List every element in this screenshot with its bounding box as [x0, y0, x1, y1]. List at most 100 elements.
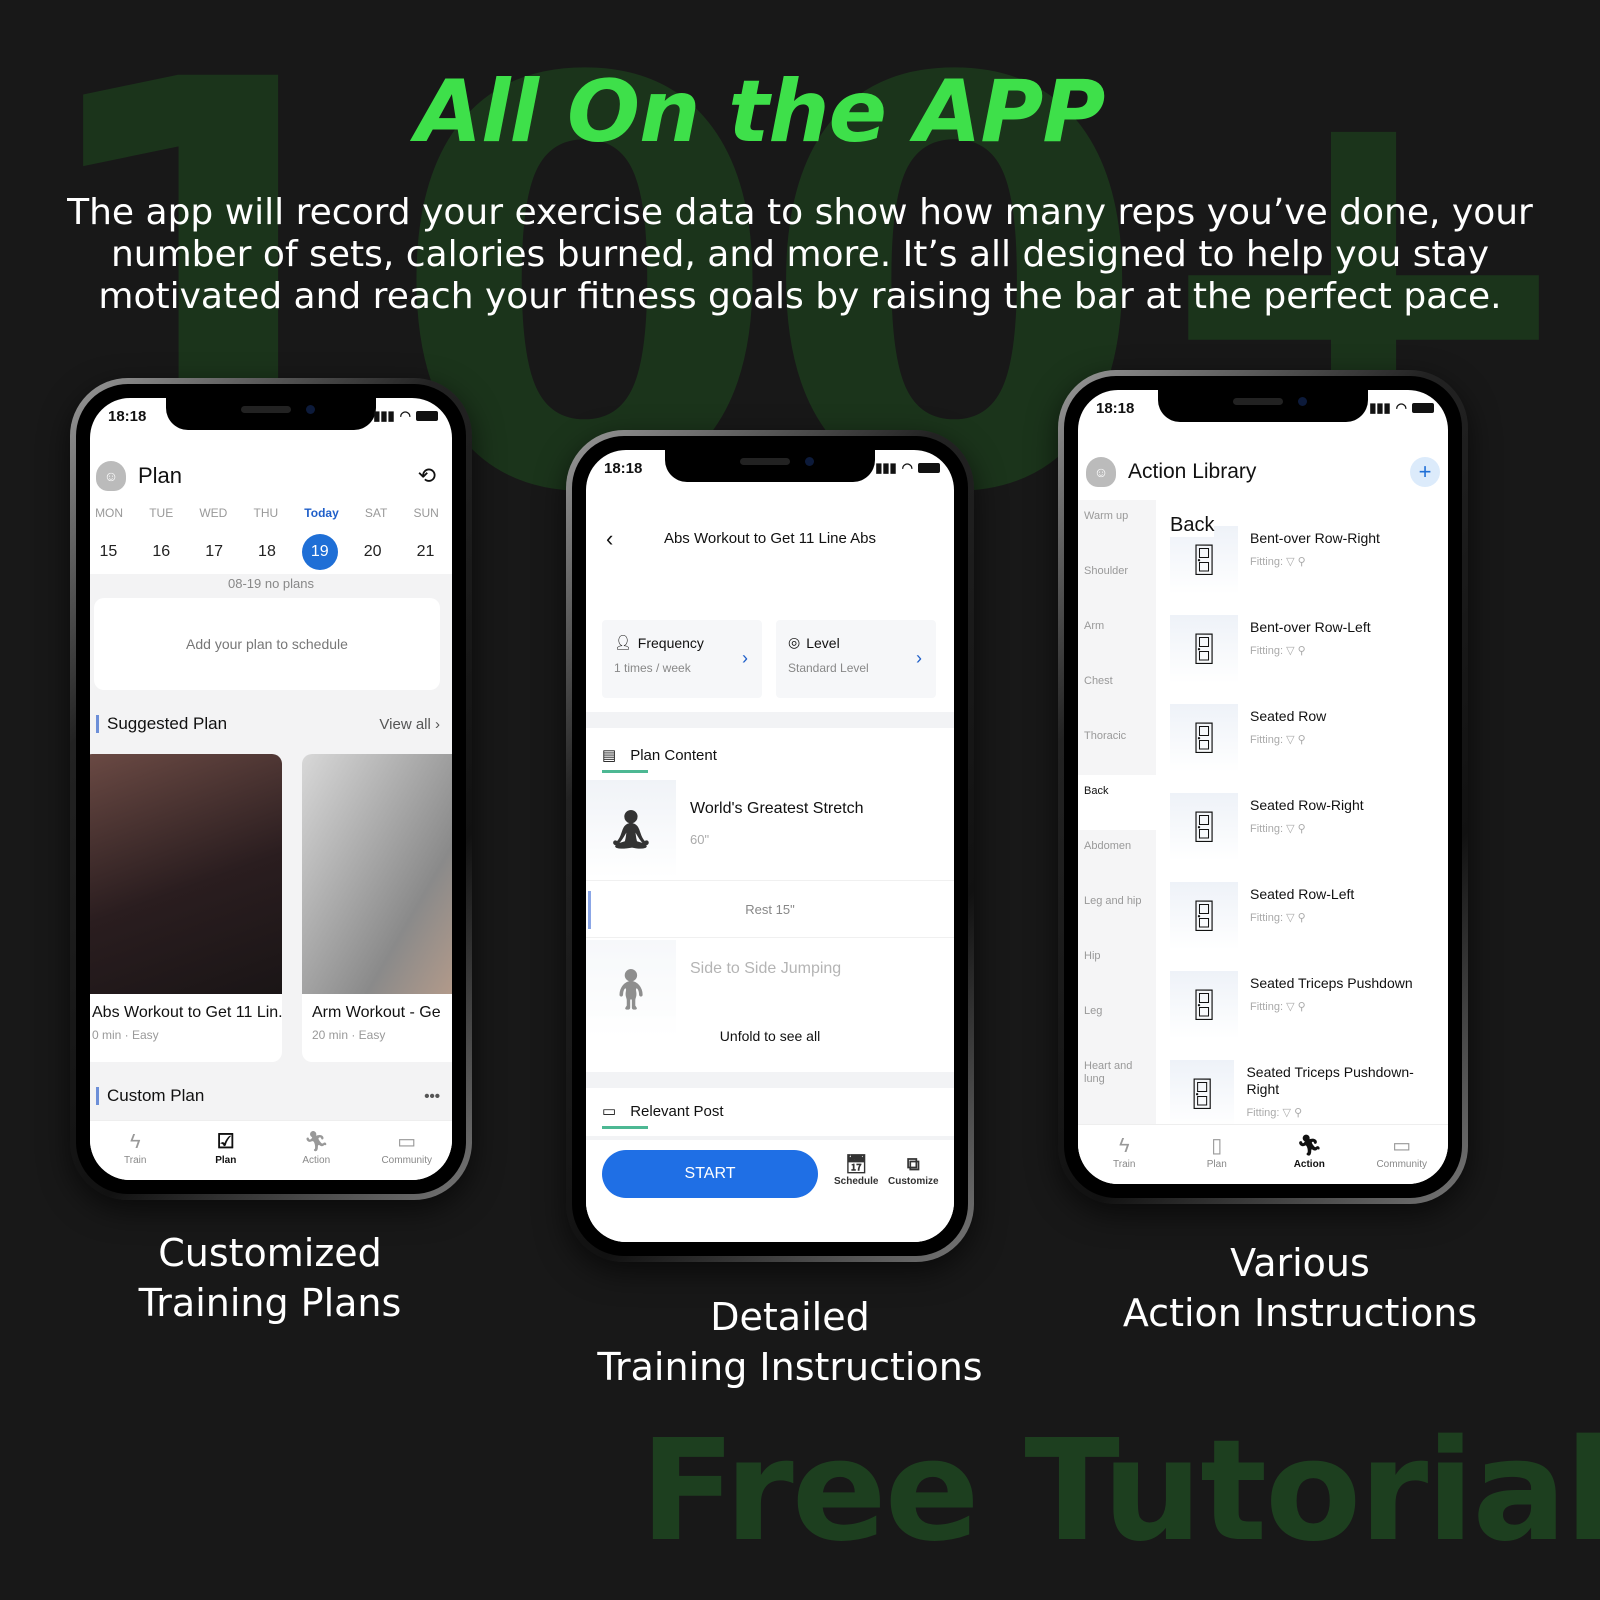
avatar[interactable]: ☺: [96, 461, 126, 491]
tab-action[interactable]: 🏃︎ Action: [276, 1129, 356, 1166]
chevron-right-icon: ›: [742, 648, 748, 668]
wifi-icon: ◠: [1395, 400, 1407, 415]
plan-card-title: Arm Workout - Ge: [312, 1004, 441, 1021]
exercise-name: World's Greatest Stretch: [690, 800, 864, 817]
action-thumbnail: 🚪︎: [1170, 1060, 1235, 1124]
category-item[interactable]: Abdomen: [1078, 830, 1156, 885]
plan-card[interactable]: Arm Workout - Ge 20 min · Easy: [302, 754, 452, 1062]
start-button[interactable]: START: [602, 1150, 818, 1198]
date-cell[interactable]: 17: [196, 534, 232, 570]
category-item[interactable]: Thoracic: [1078, 720, 1156, 775]
tab-label: Action: [1293, 1159, 1325, 1170]
unfold-button[interactable]: Unfold to see all: [586, 1028, 954, 1044]
plan-card[interactable]: Abs Workout to Get 11 Lin... 0 min · Eas…: [90, 754, 282, 1062]
exercise-name: Side to Side Jumping: [690, 960, 842, 977]
battery-icon: [918, 463, 940, 473]
bar-icon: ⚲: [1297, 823, 1306, 835]
category-item[interactable]: Leg and hip: [1078, 885, 1156, 940]
category-item[interactable]: Leg: [1078, 995, 1156, 1050]
handle-icon: ▽: [1282, 1107, 1291, 1119]
schedule-button[interactable]: 📅︎ Schedule: [834, 1154, 878, 1187]
caption-line: Customized: [158, 1231, 382, 1275]
action-item[interactable]: 🚪︎ Seated Triceps Pushdown-Right Fitting: …: [1170, 1060, 1448, 1124]
action-item[interactable]: 🚪︎ Bent-over Row-Left Fitting: ▽ ⚲: [1170, 615, 1448, 704]
action-name: Seated Triceps Pushdown: [1250, 975, 1413, 991]
category-item[interactable]: Shoulder: [1078, 555, 1156, 610]
action-item[interactable]: 🚪︎ Seated Row-Right Fitting: ▽ ⚲: [1170, 793, 1448, 882]
date-cell[interactable]: 18: [249, 534, 285, 570]
action-item[interactable]: 🚪︎ Bent-over Row-Right Fitting: ▽ ⚲: [1170, 526, 1448, 615]
tab-train[interactable]: ϟ Train: [95, 1129, 175, 1166]
handle-icon: ▽: [1286, 645, 1295, 657]
plan-card-image: [302, 754, 452, 994]
more-icon[interactable]: •••: [424, 1088, 440, 1105]
post-icon: ▭: [602, 1103, 617, 1120]
add-plan-button[interactable]: Add your plan to schedule: [94, 598, 440, 690]
tab-label: Action: [302, 1155, 331, 1166]
action-name: Seated Row: [1250, 708, 1327, 724]
date-cell[interactable]: 15: [90, 534, 126, 570]
tab-bar: ϟ Train ☑ Plan 🏃︎ Action ▭ Community: [90, 1120, 452, 1180]
status-bar: 18:18 ▮▮▮ ◠: [586, 458, 954, 482]
level-card[interactable]: ◎ Level Standard Level ›: [776, 620, 936, 698]
tab-action[interactable]: 🏃︎ Action: [1269, 1133, 1349, 1170]
section-heading: Back: [1170, 514, 1215, 537]
bar-icon: ⚲: [1297, 734, 1306, 746]
action-name: Seated Row-Left: [1250, 886, 1355, 902]
action-name: Bent-over Row-Left: [1250, 619, 1371, 635]
fitting-label: Fitting:: [1250, 912, 1284, 924]
add-icon[interactable]: +: [1410, 457, 1440, 487]
view-all-link[interactable]: View all: [379, 716, 430, 733]
tab-label: Community: [1376, 1159, 1428, 1170]
copy-add-icon: ⧉: [906, 1154, 920, 1174]
category-item[interactable]: Warm up: [1078, 500, 1156, 555]
wifi-icon: ◠: [399, 408, 411, 423]
custom-plan-heading: Custom Plan: [107, 1086, 205, 1105]
tab-plan[interactable]: ☑ Plan: [186, 1129, 266, 1166]
action-item[interactable]: 🚪︎ Seated Row-Left Fitting: ▽ ⚲: [1170, 882, 1448, 971]
page-title: Action Library: [1128, 460, 1257, 483]
exercise-row[interactable]: 🧍︎ Side to Side Jumping: [586, 940, 954, 1038]
category-item[interactable]: Arm: [1078, 610, 1156, 665]
tab-community[interactable]: ▭ Community: [1362, 1133, 1442, 1170]
chevron-right-icon: ›: [916, 648, 922, 668]
plan-title: Abs Workout to Get 11 Line Abs: [663, 530, 877, 547]
running-person-icon: 🏃︎: [303, 1131, 329, 1153]
category-item[interactable]: Heart and lung: [1078, 1050, 1156, 1105]
back-chevron-icon[interactable]: ‹: [606, 526, 613, 552]
exercise-thumbnail: 🧍︎: [586, 940, 676, 1038]
plan-content-heading: Plan Content: [630, 746, 717, 764]
bar-icon: ⚲: [1297, 1001, 1306, 1013]
bar-icon: ⚲: [1297, 912, 1306, 924]
frequency-card[interactable]: 👤︎ Frequency 1 times / week ›: [602, 620, 762, 698]
weekday-today: Today: [304, 506, 339, 520]
caption-line: Various: [1230, 1241, 1370, 1285]
tab-plan[interactable]: ▯ Plan: [1177, 1133, 1257, 1170]
person-clock-icon: 👤︎: [614, 634, 632, 650]
category-item[interactable]: Chest: [1078, 665, 1156, 720]
category-item[interactable]: Hip: [1078, 940, 1156, 995]
category-item-active[interactable]: Back: [1078, 775, 1156, 830]
history-icon[interactable]: ⟲: [418, 463, 436, 489]
tab-train[interactable]: ϟ Train: [1084, 1133, 1164, 1170]
frequency-label: Frequency: [637, 634, 704, 651]
page-title: Plan: [138, 463, 183, 488]
tab-community[interactable]: ▭ Community: [367, 1129, 447, 1166]
bar-icon: ⚲: [1297, 645, 1306, 657]
date-cell[interactable]: 16: [143, 534, 179, 570]
rest-text: Rest 15": [745, 902, 795, 917]
avatar[interactable]: ☺: [1086, 457, 1116, 487]
caption-left: Customized Training Plans: [100, 1228, 440, 1328]
date-cell-selected[interactable]: 19: [301, 534, 338, 570]
exercise-row[interactable]: 🧘︎ World's Greatest Stretch 60": [586, 780, 954, 878]
date-cell[interactable]: 21: [407, 534, 443, 570]
action-item[interactable]: 🚪︎ Seated Triceps Pushdown Fitting: ▽ ⚲: [1170, 971, 1448, 1060]
tab-label: Community: [381, 1155, 433, 1166]
customize-button[interactable]: ⧉ Customize: [888, 1154, 939, 1187]
date-cell[interactable]: 20: [355, 534, 391, 570]
signal-icon: ▮▮▮: [373, 408, 395, 423]
handle-icon: ▽: [1286, 556, 1295, 568]
action-item[interactable]: 🚪︎ Seated Row Fitting: ▽ ⚲: [1170, 704, 1448, 793]
plan-card-title: Abs Workout to Get 11 Lin...: [92, 1004, 282, 1021]
suggested-plan-heading: Suggested Plan: [107, 714, 228, 733]
